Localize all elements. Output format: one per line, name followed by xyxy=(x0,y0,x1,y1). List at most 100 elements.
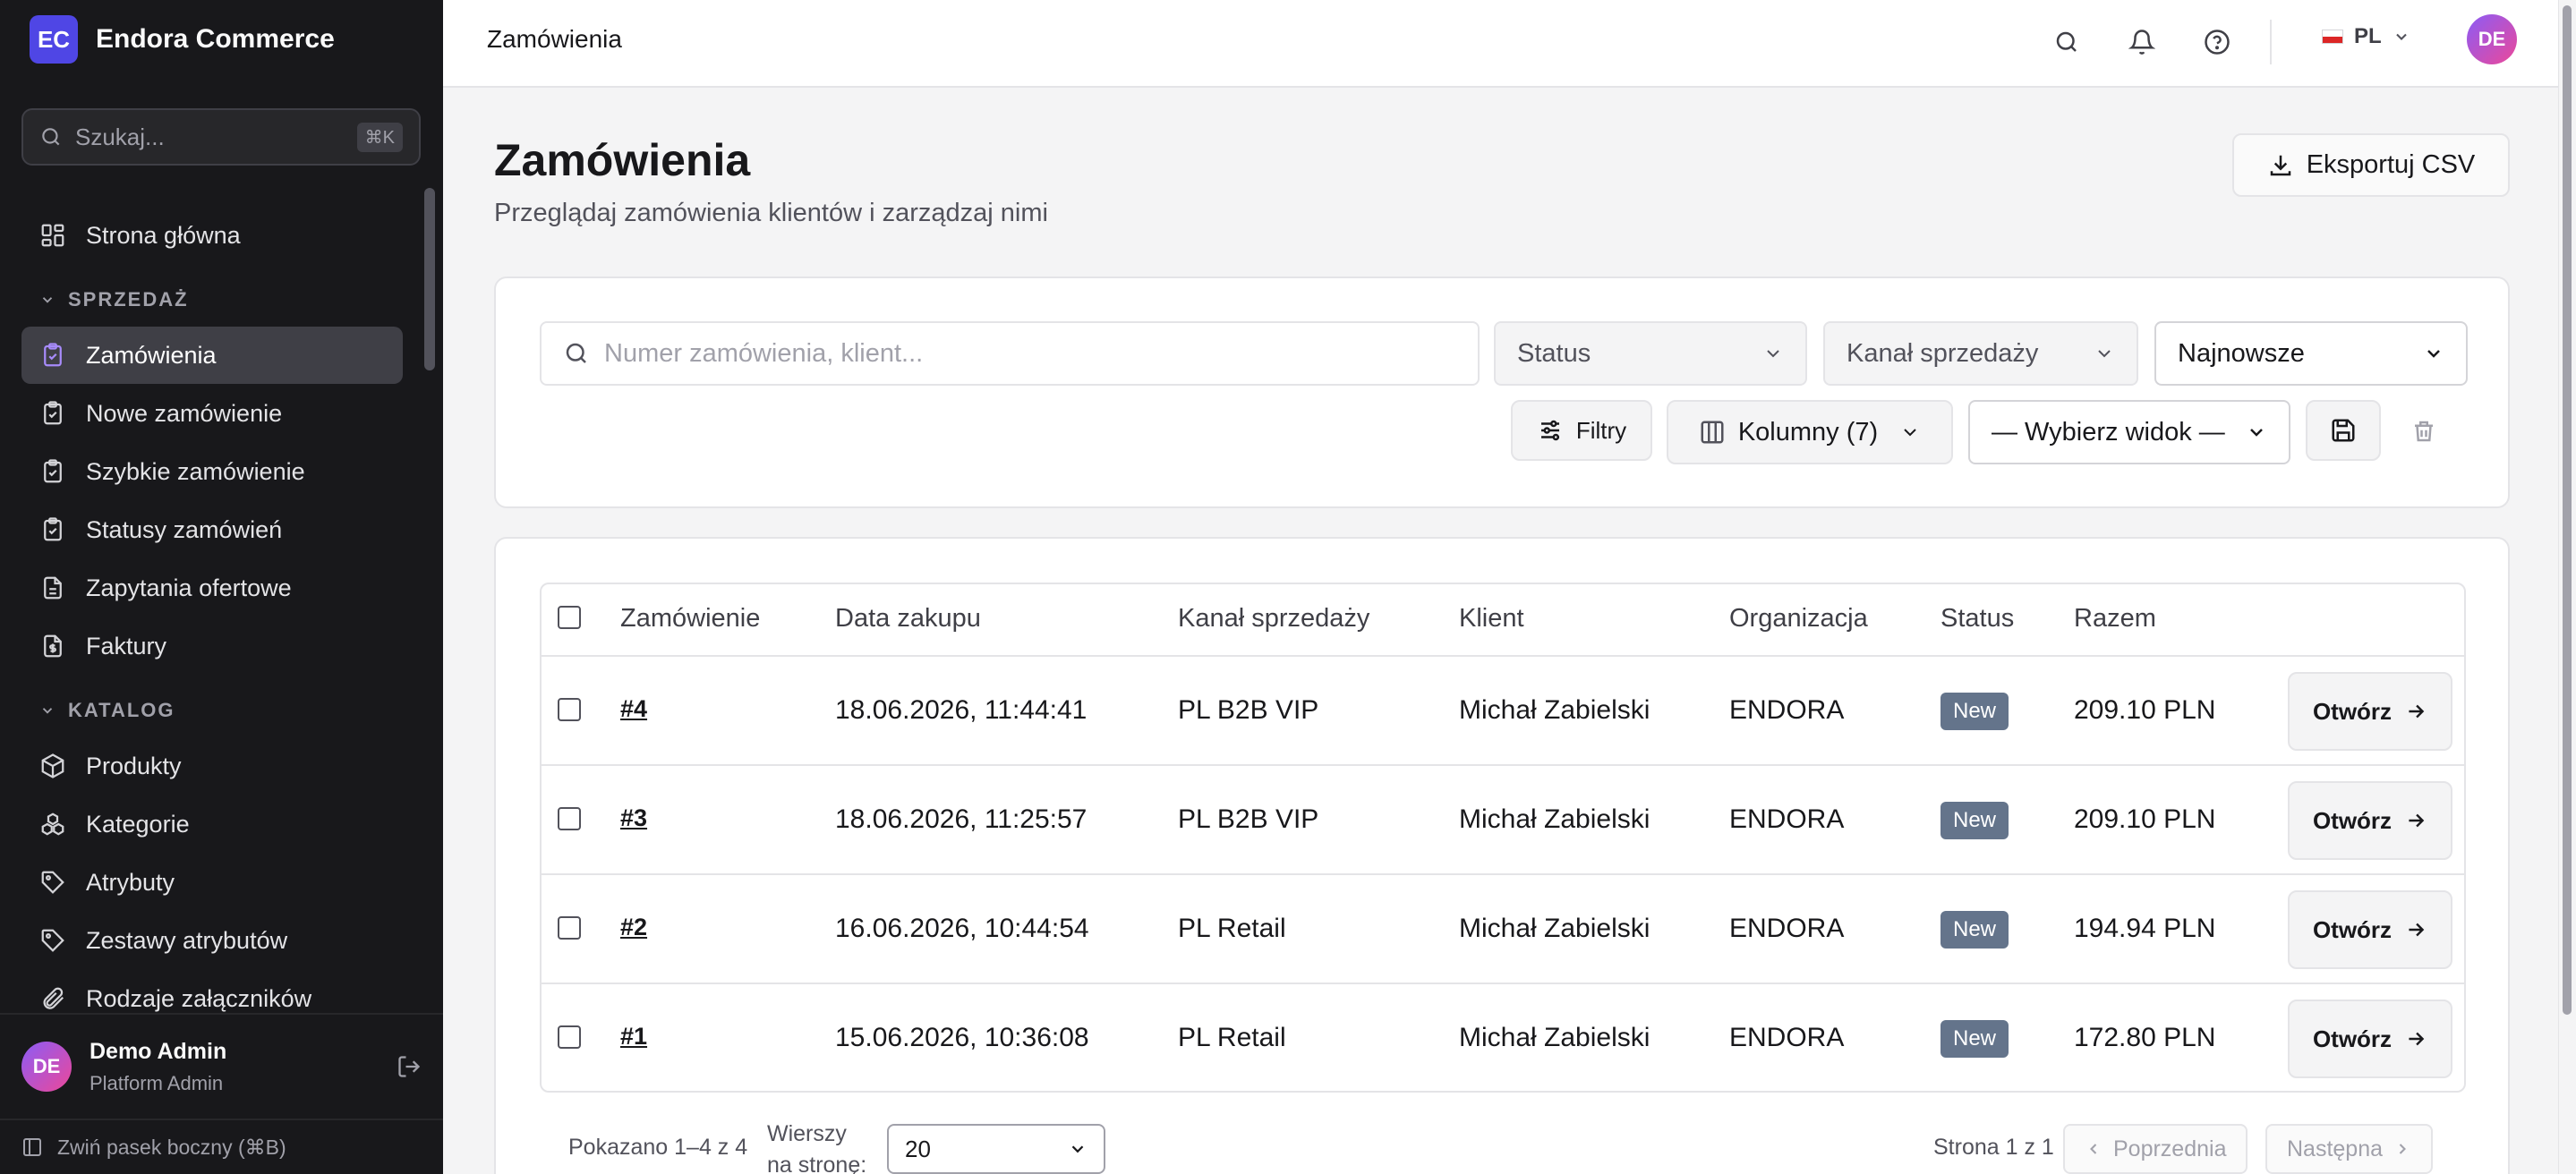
next-page-button[interactable]: Następna xyxy=(2265,1124,2434,1174)
order-channel: PL B2B VIP xyxy=(1178,695,1319,725)
select-all-checkbox[interactable] xyxy=(558,606,581,629)
divider xyxy=(2270,20,2272,64)
order-client: Michał Zabielski xyxy=(1459,695,1651,725)
bell-icon[interactable] xyxy=(2122,22,2162,62)
section-catalog[interactable]: KATALOG xyxy=(21,684,403,737)
status-badge: New xyxy=(1941,802,2009,839)
sidebar-item-label: Nowe zamówienie xyxy=(86,399,283,427)
col-status[interactable]: Status xyxy=(1941,604,2014,634)
logout-icon[interactable] xyxy=(397,1054,422,1079)
order-link[interactable]: #4 xyxy=(620,695,647,723)
table-row: #2 16.06.2026, 10:44:54 PL Retail Michał… xyxy=(542,875,2464,984)
sidebar-item-quotes[interactable]: Zapytania ofertowe xyxy=(21,559,403,617)
sidebar-item-order-statuses[interactable]: Statusy zamówień xyxy=(21,501,403,558)
section-label: SPRZEDAŻ xyxy=(68,288,189,311)
order-link[interactable]: #1 xyxy=(620,1023,647,1051)
sidebar-item-products[interactable]: Produkty xyxy=(21,737,403,795)
search-icon[interactable] xyxy=(2047,22,2086,62)
col-order[interactable]: Zamówienie xyxy=(620,604,760,634)
table-row: #1 15.06.2026, 10:36:08 PL Retail Michał… xyxy=(542,984,2464,1091)
clipboard-check-icon xyxy=(39,516,66,543)
order-date: 16.06.2026, 10:44:54 xyxy=(835,914,1089,943)
open-order-button[interactable]: Otwórz xyxy=(2288,1000,2452,1078)
paperclip-icon xyxy=(39,985,66,1012)
order-channel: PL Retail xyxy=(1178,914,1286,943)
sidebar-item-orders[interactable]: Zamówienia xyxy=(21,327,403,384)
row-checkbox[interactable] xyxy=(558,698,581,721)
collapse-sidebar-button[interactable]: Zwiń pasek boczny (⌘B) xyxy=(0,1119,443,1174)
previous-page-button[interactable]: Poprzednia xyxy=(2063,1124,2248,1174)
row-checkbox[interactable] xyxy=(558,1025,581,1049)
view-select-value: — Wybierz widok — xyxy=(1992,417,2225,447)
sidebar-search-input[interactable]: Szukaj... ⌘K xyxy=(21,108,421,166)
tag-icon xyxy=(39,869,66,896)
clipboard-check-icon xyxy=(39,458,66,485)
order-organization: ENDORA xyxy=(1729,1023,1845,1052)
rows-label-line2: na stronę: xyxy=(767,1153,867,1174)
sidebar-item-attachment-types[interactable]: Rodzaje załączników xyxy=(21,970,403,1012)
sort-select[interactable]: Najnowsze xyxy=(2154,321,2468,386)
download-icon xyxy=(2267,152,2294,179)
chevron-down-icon xyxy=(1068,1139,1088,1159)
boxes-icon xyxy=(39,811,66,838)
save-view-button[interactable] xyxy=(2306,400,2381,461)
brand-logo: EC xyxy=(30,15,78,64)
col-client[interactable]: Klient xyxy=(1459,604,1524,634)
order-link[interactable]: #2 xyxy=(620,914,647,941)
col-date[interactable]: Data zakupu xyxy=(835,604,981,634)
page-scrollbar[interactable] xyxy=(2558,0,2576,1174)
order-organization: ENDORA xyxy=(1729,695,1845,725)
sales-channel-select[interactable]: Kanał sprzedaży xyxy=(1823,321,2138,386)
sliders-icon xyxy=(1537,417,1564,444)
sidebar-user[interactable]: DE Demo Admin Platform Admin xyxy=(0,1013,443,1119)
col-channel[interactable]: Kanał sprzedaży xyxy=(1178,604,1369,634)
sidebar-item-quick-order[interactable]: Szybkie zamówienie xyxy=(21,443,403,500)
sidebar-item-new-order[interactable]: Nowe zamówienie xyxy=(21,385,403,442)
row-checkbox[interactable] xyxy=(558,807,581,830)
status-select-value: Status xyxy=(1517,338,1591,368)
language-code: PL xyxy=(2354,24,2382,48)
open-label: Otwórz xyxy=(2312,1025,2393,1052)
save-icon xyxy=(2330,417,2357,444)
sidebar-item-label: Strona główna xyxy=(86,221,241,249)
help-icon[interactable] xyxy=(2197,22,2237,62)
sidebar-item-home[interactable]: Strona główna xyxy=(21,207,403,264)
export-csv-button[interactable]: Eksportuj CSV xyxy=(2232,133,2510,197)
open-order-button[interactable]: Otwórz xyxy=(2288,781,2452,860)
rows-per-page-select[interactable]: 20 xyxy=(887,1124,1105,1174)
order-organization: ENDORA xyxy=(1729,804,1845,834)
open-order-button[interactable]: Otwórz xyxy=(2288,890,2452,969)
orders-table: Zamówienie Data zakupu Kanał sprzedaży K… xyxy=(540,583,2466,1093)
saved-view-select[interactable]: — Wybierz widok — xyxy=(1968,400,2290,464)
export-label: Eksportuj CSV xyxy=(2306,150,2476,179)
trash-icon xyxy=(2410,418,2437,445)
table-row: #4 18.06.2026, 11:44:41 PL B2B VIP Micha… xyxy=(542,657,2464,766)
sidebar-scrollbar[interactable] xyxy=(424,188,435,370)
sidebar-item-attribute-sets[interactable]: Zestawy atrybutów xyxy=(21,912,403,969)
user-avatar[interactable]: DE xyxy=(2467,14,2517,64)
order-search-input[interactable]: Numer zamówienia, klient... xyxy=(540,321,1480,386)
sidebar-item-invoices[interactable]: Faktury xyxy=(21,617,403,675)
language-switcher[interactable]: PL xyxy=(2322,24,2410,49)
delete-view-button[interactable] xyxy=(2401,408,2447,455)
topbar: Zamówienia PL DE xyxy=(443,0,2558,88)
open-order-button[interactable]: Otwórz xyxy=(2288,672,2452,751)
col-total[interactable]: Razem xyxy=(2074,604,2156,634)
columns-button[interactable]: Kolumny (7) xyxy=(1667,400,1953,464)
sidebar-item-label: Atrybuty xyxy=(86,868,175,896)
section-sales[interactable]: SPRZEDAŻ xyxy=(21,273,403,327)
collapse-label: Zwiń pasek boczny (⌘B) xyxy=(57,1135,286,1159)
filters-button[interactable]: Filtry xyxy=(1511,400,1652,461)
chevron-down-icon xyxy=(39,292,55,308)
sidebar-item-attributes[interactable]: Atrybuty xyxy=(21,854,403,911)
brand[interactable]: EC Endora Commerce xyxy=(30,15,335,64)
sidebar-item-label: Faktury xyxy=(86,632,167,659)
arrow-right-icon xyxy=(2404,1027,2427,1051)
status-select[interactable]: Status xyxy=(1494,321,1807,386)
order-link[interactable]: #3 xyxy=(620,804,647,832)
col-organization[interactable]: Organizacja xyxy=(1729,604,1868,634)
clipboard-check-icon xyxy=(39,342,66,369)
arrow-right-icon xyxy=(2404,700,2427,723)
row-checkbox[interactable] xyxy=(558,916,581,940)
sidebar-item-categories[interactable]: Kategorie xyxy=(21,795,403,853)
